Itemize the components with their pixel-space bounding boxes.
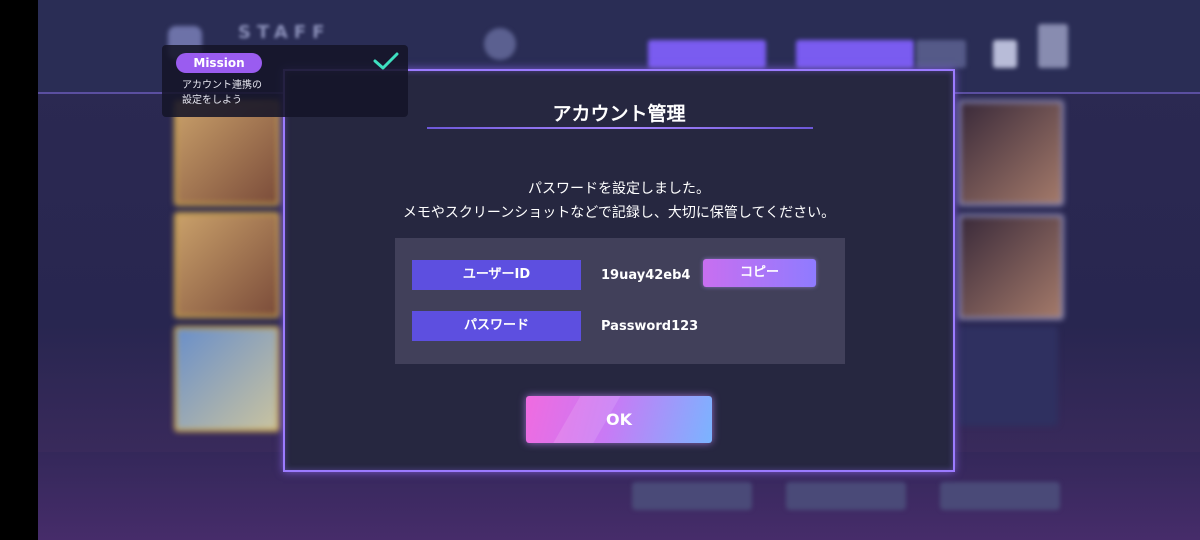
account-management-dialog: アカウント管理 パスワードを設定しました。 メモやスクリーンショットなどで記録し… bbox=[283, 69, 955, 472]
check-icon bbox=[373, 52, 399, 70]
background-footer-button bbox=[632, 482, 752, 510]
mission-panel[interactable]: Mission アカウント連携の 設定をしよう bbox=[162, 45, 408, 117]
background-card bbox=[958, 100, 1064, 206]
password-value: Password123 bbox=[601, 319, 699, 334]
user-id-label: ユーザーID bbox=[412, 260, 581, 290]
mission-text-line: アカウント連携の bbox=[182, 80, 262, 91]
dialog-message-line1: パスワードを設定しました。 bbox=[528, 181, 710, 197]
background-filter-icon bbox=[993, 40, 1017, 68]
user-id-value: 19uay42eb4 bbox=[601, 268, 691, 283]
credentials-box: ユーザーID 19uay42eb4 コピー パスワード Password123 bbox=[395, 238, 845, 364]
title-underline bbox=[427, 127, 813, 129]
background-circle-icon bbox=[484, 28, 516, 60]
background-footer-button bbox=[786, 482, 906, 510]
password-label: パスワード bbox=[412, 311, 581, 341]
background-card bbox=[174, 326, 280, 432]
dialog-message-line2: メモやスクリーンショットなどで記録し、大切に保管してください。 bbox=[402, 205, 836, 221]
ok-button[interactable]: OK bbox=[526, 396, 712, 443]
background-button bbox=[796, 40, 914, 68]
background-button bbox=[916, 40, 966, 68]
mission-text-line: 設定をしよう bbox=[182, 95, 242, 106]
ok-button-label: OK bbox=[606, 410, 632, 429]
mission-tag: Mission bbox=[176, 53, 262, 73]
background-card bbox=[174, 212, 280, 318]
background-button bbox=[648, 40, 766, 68]
background-header-title: STAFF bbox=[238, 22, 331, 43]
background-menu-icon bbox=[1038, 24, 1068, 68]
background-card bbox=[958, 326, 1058, 426]
background-card bbox=[958, 214, 1064, 320]
copy-button[interactable]: コピー bbox=[703, 259, 816, 287]
mission-description: アカウント連携の 設定をしよう bbox=[182, 78, 342, 108]
background-footer-button bbox=[940, 482, 1060, 510]
